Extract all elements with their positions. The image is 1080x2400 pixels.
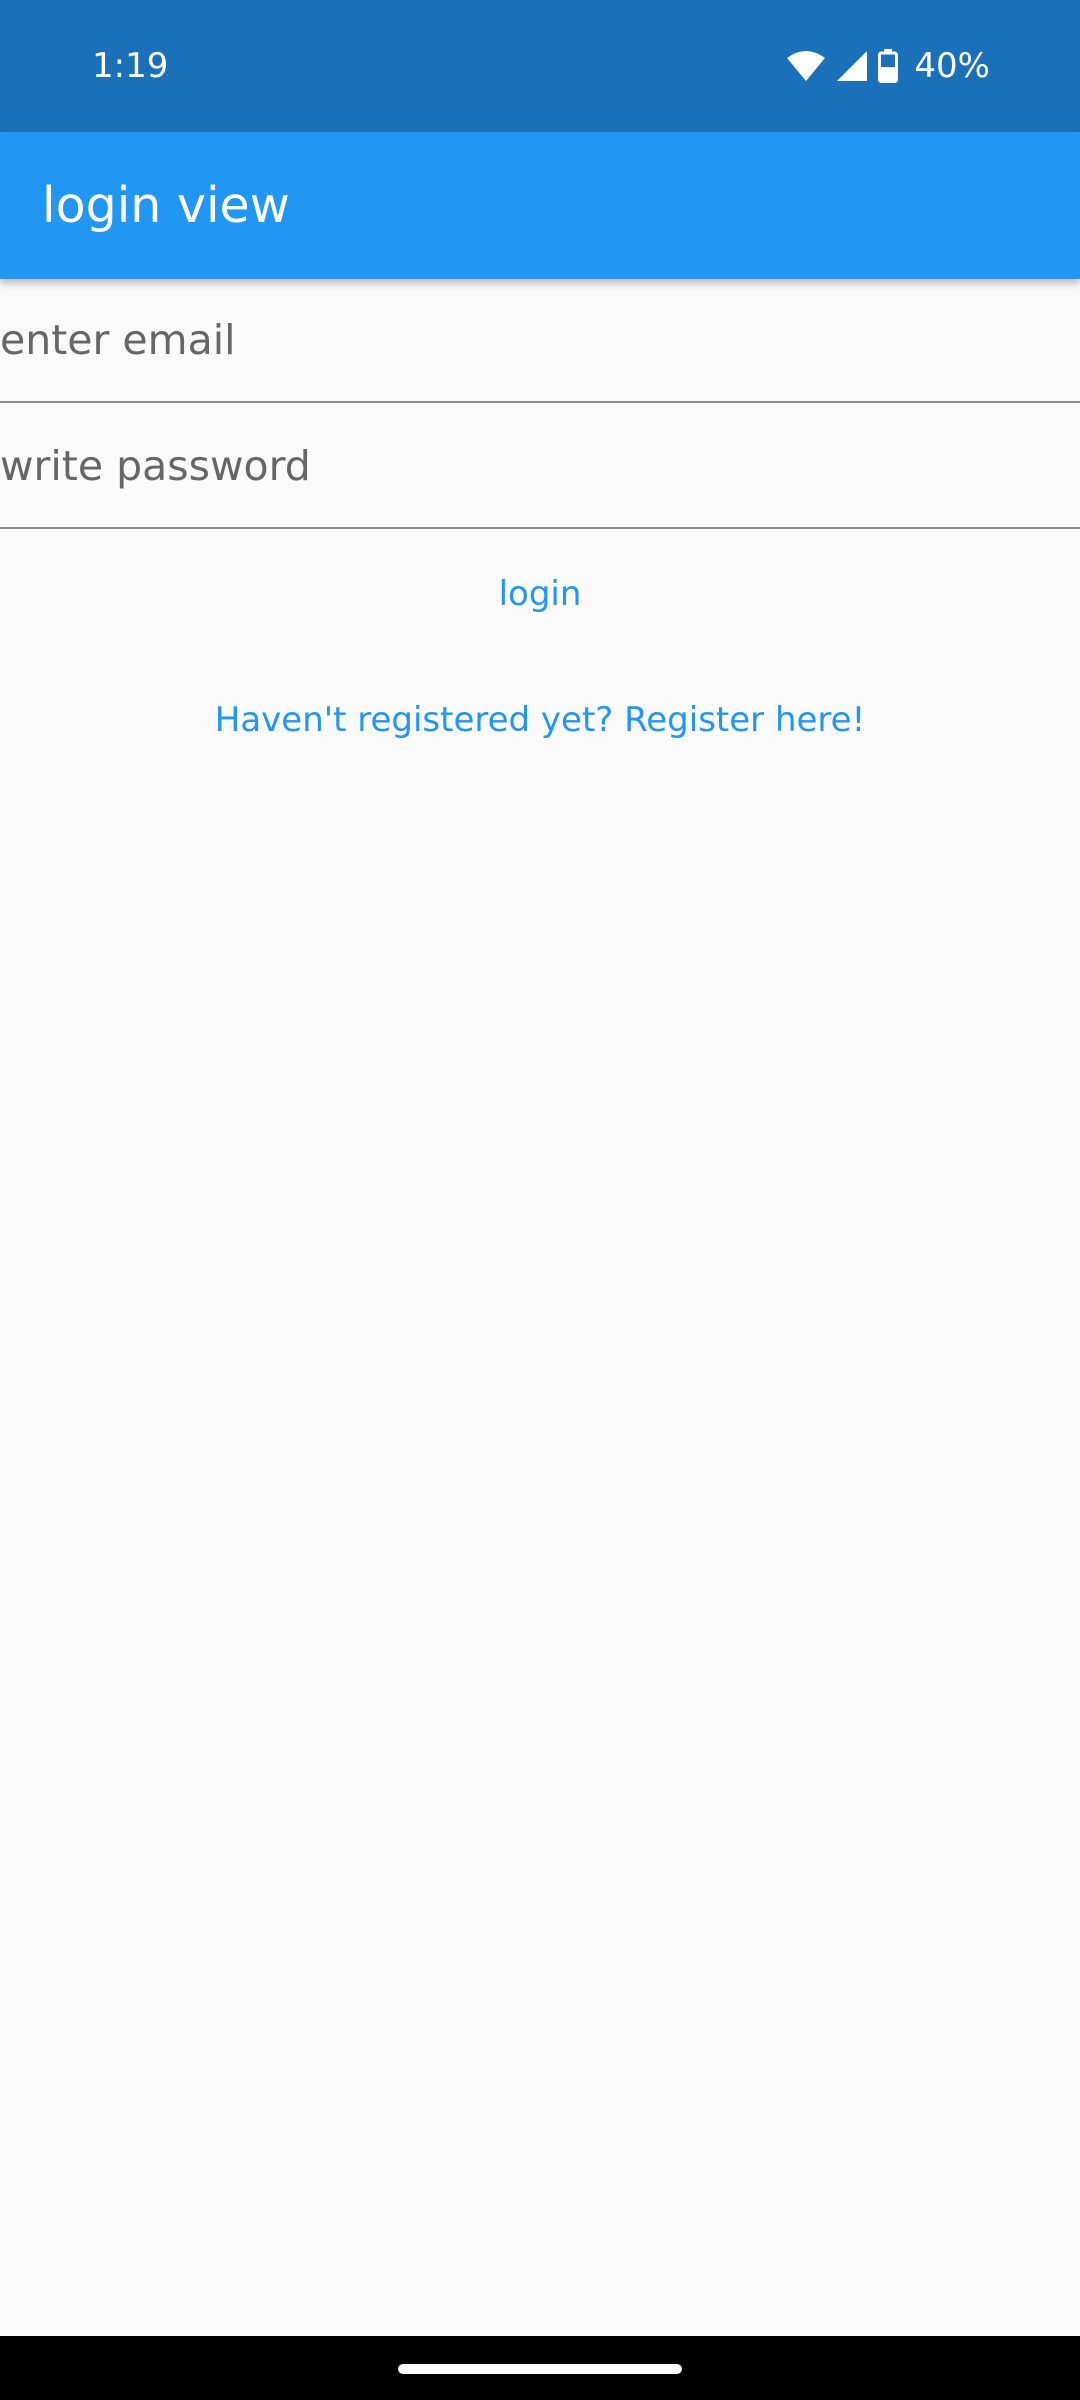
login-button[interactable]: login <box>0 566 1080 622</box>
status-bar: 1:19 40% <box>0 0 1080 132</box>
email-field-container <box>0 279 1080 403</box>
navigation-bar <box>0 2336 1080 2400</box>
app-bar: login view <box>0 132 1080 279</box>
page-title: login view <box>42 177 290 234</box>
wifi-icon <box>786 50 826 82</box>
register-link-button[interactable]: Haven't registered yet? Register here! <box>0 692 1080 748</box>
password-field[interactable] <box>0 405 1080 527</box>
email-field[interactable] <box>0 279 1080 401</box>
battery-percentage: 40% <box>914 46 990 86</box>
cellular-signal-icon <box>836 50 868 82</box>
battery-icon <box>878 49 899 83</box>
status-time: 1:19 <box>92 46 169 86</box>
status-icons: 40% <box>786 40 990 92</box>
home-gesture-handle[interactable] <box>398 2364 682 2374</box>
password-field-container <box>0 405 1080 529</box>
